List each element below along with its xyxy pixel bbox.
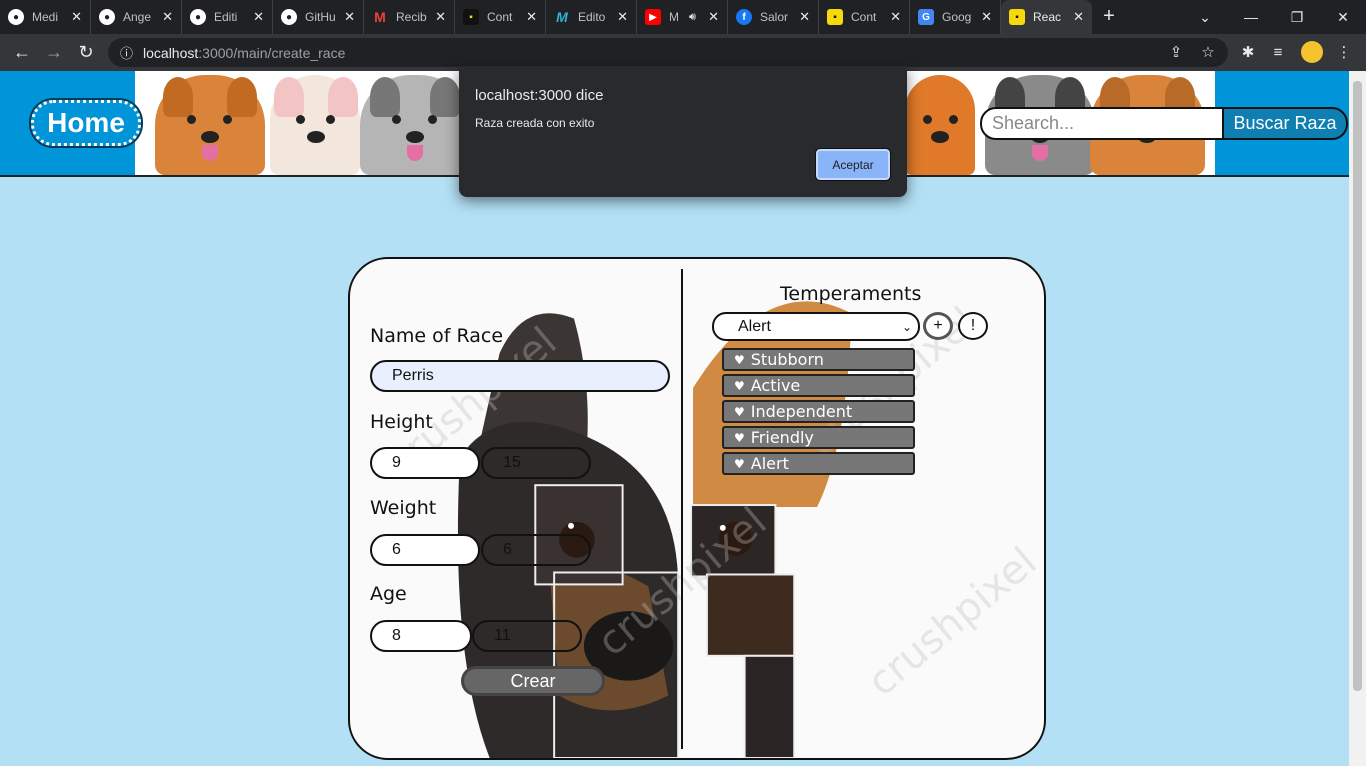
close-icon[interactable]: ✕ bbox=[253, 9, 264, 25]
add-temperament-button[interactable]: + bbox=[923, 312, 953, 340]
app-icon: ▪ bbox=[827, 9, 843, 25]
browser-tab[interactable]: ▶ M 🔊︎ ✕ bbox=[637, 0, 728, 34]
home-button[interactable]: Home bbox=[31, 100, 141, 146]
search-button[interactable]: Buscar Raza bbox=[1222, 107, 1348, 140]
media-control-icon[interactable]: ≡ bbox=[1264, 38, 1292, 66]
temperament-select[interactable]: Alert ⌄ bbox=[712, 312, 920, 341]
speaker-icon[interactable]: 🔊︎ bbox=[689, 11, 696, 24]
m-icon: M bbox=[556, 9, 568, 25]
close-icon[interactable]: ✕ bbox=[344, 9, 355, 25]
close-window-button[interactable]: ✕ bbox=[1320, 0, 1366, 34]
tab-search-icon[interactable]: ⌄ bbox=[1182, 0, 1228, 34]
info-button[interactable]: ! bbox=[958, 312, 988, 340]
age-min-input[interactable]: 8 bbox=[370, 620, 472, 652]
reload-icon[interactable]: ↻ bbox=[70, 37, 102, 69]
temperament-chip[interactable]: ♥ Active bbox=[722, 374, 915, 397]
page-scrollbar[interactable] bbox=[1349, 71, 1366, 766]
height-max-input[interactable]: 15 bbox=[481, 447, 591, 479]
menu-icon[interactable]: ⋮ bbox=[1330, 38, 1358, 66]
close-icon[interactable]: ✕ bbox=[981, 9, 992, 25]
google-translate-icon: G bbox=[918, 9, 934, 25]
github-icon: ● bbox=[8, 9, 24, 25]
browser-tab[interactable]: ▪ Cont ✕ bbox=[819, 0, 910, 34]
url-host: localhost bbox=[143, 44, 199, 61]
close-icon[interactable]: ✕ bbox=[71, 9, 82, 25]
info-icon[interactable]: ⓘ bbox=[120, 43, 133, 62]
facebook-icon: f bbox=[736, 9, 752, 25]
name-input[interactable]: Perris bbox=[370, 360, 670, 392]
close-icon[interactable]: ✕ bbox=[1073, 9, 1084, 25]
browser-tab[interactable]: ● GitHu ✕ bbox=[273, 0, 364, 34]
back-icon[interactable]: ← bbox=[6, 37, 38, 69]
close-icon[interactable]: ✕ bbox=[162, 9, 173, 25]
dog-illustration bbox=[905, 75, 975, 175]
weight-min-input[interactable]: 6 bbox=[370, 534, 480, 566]
browser-tab[interactable]: ● Ange ✕ bbox=[91, 0, 182, 34]
temperament-chip[interactable]: ♥ Stubborn bbox=[722, 348, 915, 371]
form-divider bbox=[681, 269, 683, 749]
dialog-message: Raza creada con exito bbox=[475, 116, 595, 130]
url-path: :3000/main/create_race bbox=[198, 44, 346, 61]
heart-icon: ♥ bbox=[734, 352, 745, 367]
weight-max-input[interactable]: 6 bbox=[481, 534, 591, 566]
dog-illustration bbox=[270, 75, 360, 175]
github-icon: ● bbox=[190, 9, 206, 25]
github-icon: ● bbox=[99, 9, 115, 25]
age-label: Age bbox=[370, 583, 407, 605]
age-max-input[interactable]: 11 bbox=[472, 620, 582, 652]
github-icon: ● bbox=[281, 9, 297, 25]
forward-icon[interactable]: → bbox=[38, 37, 70, 69]
avatar[interactable] bbox=[1298, 38, 1326, 66]
restore-button[interactable]: ❐ bbox=[1274, 0, 1320, 34]
new-tab-button[interactable]: + bbox=[1092, 0, 1126, 34]
close-icon[interactable]: ✕ bbox=[617, 9, 628, 25]
heart-icon: ♥ bbox=[734, 404, 745, 419]
browser-tab-strip: ● Medi ✕ ● Ange ✕ ● Editi ✕ ● GitHu ✕ M Recib ✕ ▪ C… bbox=[0, 0, 1366, 34]
browser-tab[interactable]: ● Editi ✕ bbox=[182, 0, 273, 34]
search-input[interactable]: Shearch... bbox=[980, 107, 1224, 140]
create-race-form: crushpixel crushpixel crushpixel crushpi… bbox=[348, 257, 1046, 760]
temperaments-title: Temperaments bbox=[780, 283, 922, 305]
weight-label: Weight bbox=[370, 497, 437, 519]
accept-button[interactable]: Aceptar bbox=[815, 148, 891, 181]
heart-icon: ♥ bbox=[734, 378, 745, 393]
temperament-chip[interactable]: ♥ Alert bbox=[722, 452, 915, 475]
temperament-chip[interactable]: ♥ Friendly bbox=[722, 426, 915, 449]
dialog-title: localhost:3000 dice bbox=[475, 87, 604, 104]
heart-icon: ♥ bbox=[734, 456, 745, 471]
height-label: Height bbox=[370, 411, 433, 433]
browser-tab[interactable]: G Goog ✕ bbox=[910, 0, 1001, 34]
browser-tab-active[interactable]: ▪ Reac ✕ bbox=[1001, 0, 1092, 34]
browser-tab[interactable]: ▪ Cont ✕ bbox=[455, 0, 546, 34]
share-icon[interactable]: ⇪ bbox=[1162, 38, 1190, 66]
temperament-select-value: Alert bbox=[738, 317, 771, 335]
address-bar[interactable]: ⓘ localhost:3000/main/create_race bbox=[108, 38, 1228, 67]
close-icon[interactable]: ✕ bbox=[708, 9, 719, 25]
name-label: Name of Race bbox=[370, 325, 504, 347]
close-icon[interactable]: ✕ bbox=[526, 9, 537, 25]
alert-dialog: localhost:3000 dice Raza creada con exit… bbox=[459, 66, 907, 197]
height-min-input[interactable]: 9 bbox=[370, 447, 480, 479]
dog-illustration bbox=[155, 75, 265, 175]
dog-illustration bbox=[360, 75, 470, 175]
extensions-icon[interactable]: ✱ bbox=[1234, 38, 1262, 66]
scrollbar-thumb[interactable] bbox=[1353, 81, 1362, 691]
heart-icon: ♥ bbox=[734, 430, 745, 445]
close-icon[interactable]: ✕ bbox=[435, 9, 446, 25]
gmail-icon: M bbox=[374, 9, 386, 25]
app-icon: ▪ bbox=[463, 9, 479, 25]
browser-tab[interactable]: ● Medi ✕ bbox=[0, 0, 91, 34]
temperament-chip[interactable]: ♥ Independent bbox=[722, 400, 915, 423]
youtube-icon: ▶ bbox=[645, 9, 661, 25]
browser-tab[interactable]: M Edito ✕ bbox=[546, 0, 637, 34]
minimize-button[interactable]: — bbox=[1228, 0, 1274, 34]
bookmark-star-icon[interactable]: ☆ bbox=[1194, 38, 1222, 66]
create-button[interactable]: Crear bbox=[461, 666, 605, 696]
close-icon[interactable]: ✕ bbox=[799, 9, 810, 25]
browser-tab[interactable]: M Recib ✕ bbox=[364, 0, 455, 34]
browser-tab[interactable]: f Salor ✕ bbox=[728, 0, 819, 34]
chevron-down-icon: ⌄ bbox=[901, 320, 912, 334]
close-icon[interactable]: ✕ bbox=[890, 9, 901, 25]
app-icon: ▪ bbox=[1009, 9, 1025, 25]
